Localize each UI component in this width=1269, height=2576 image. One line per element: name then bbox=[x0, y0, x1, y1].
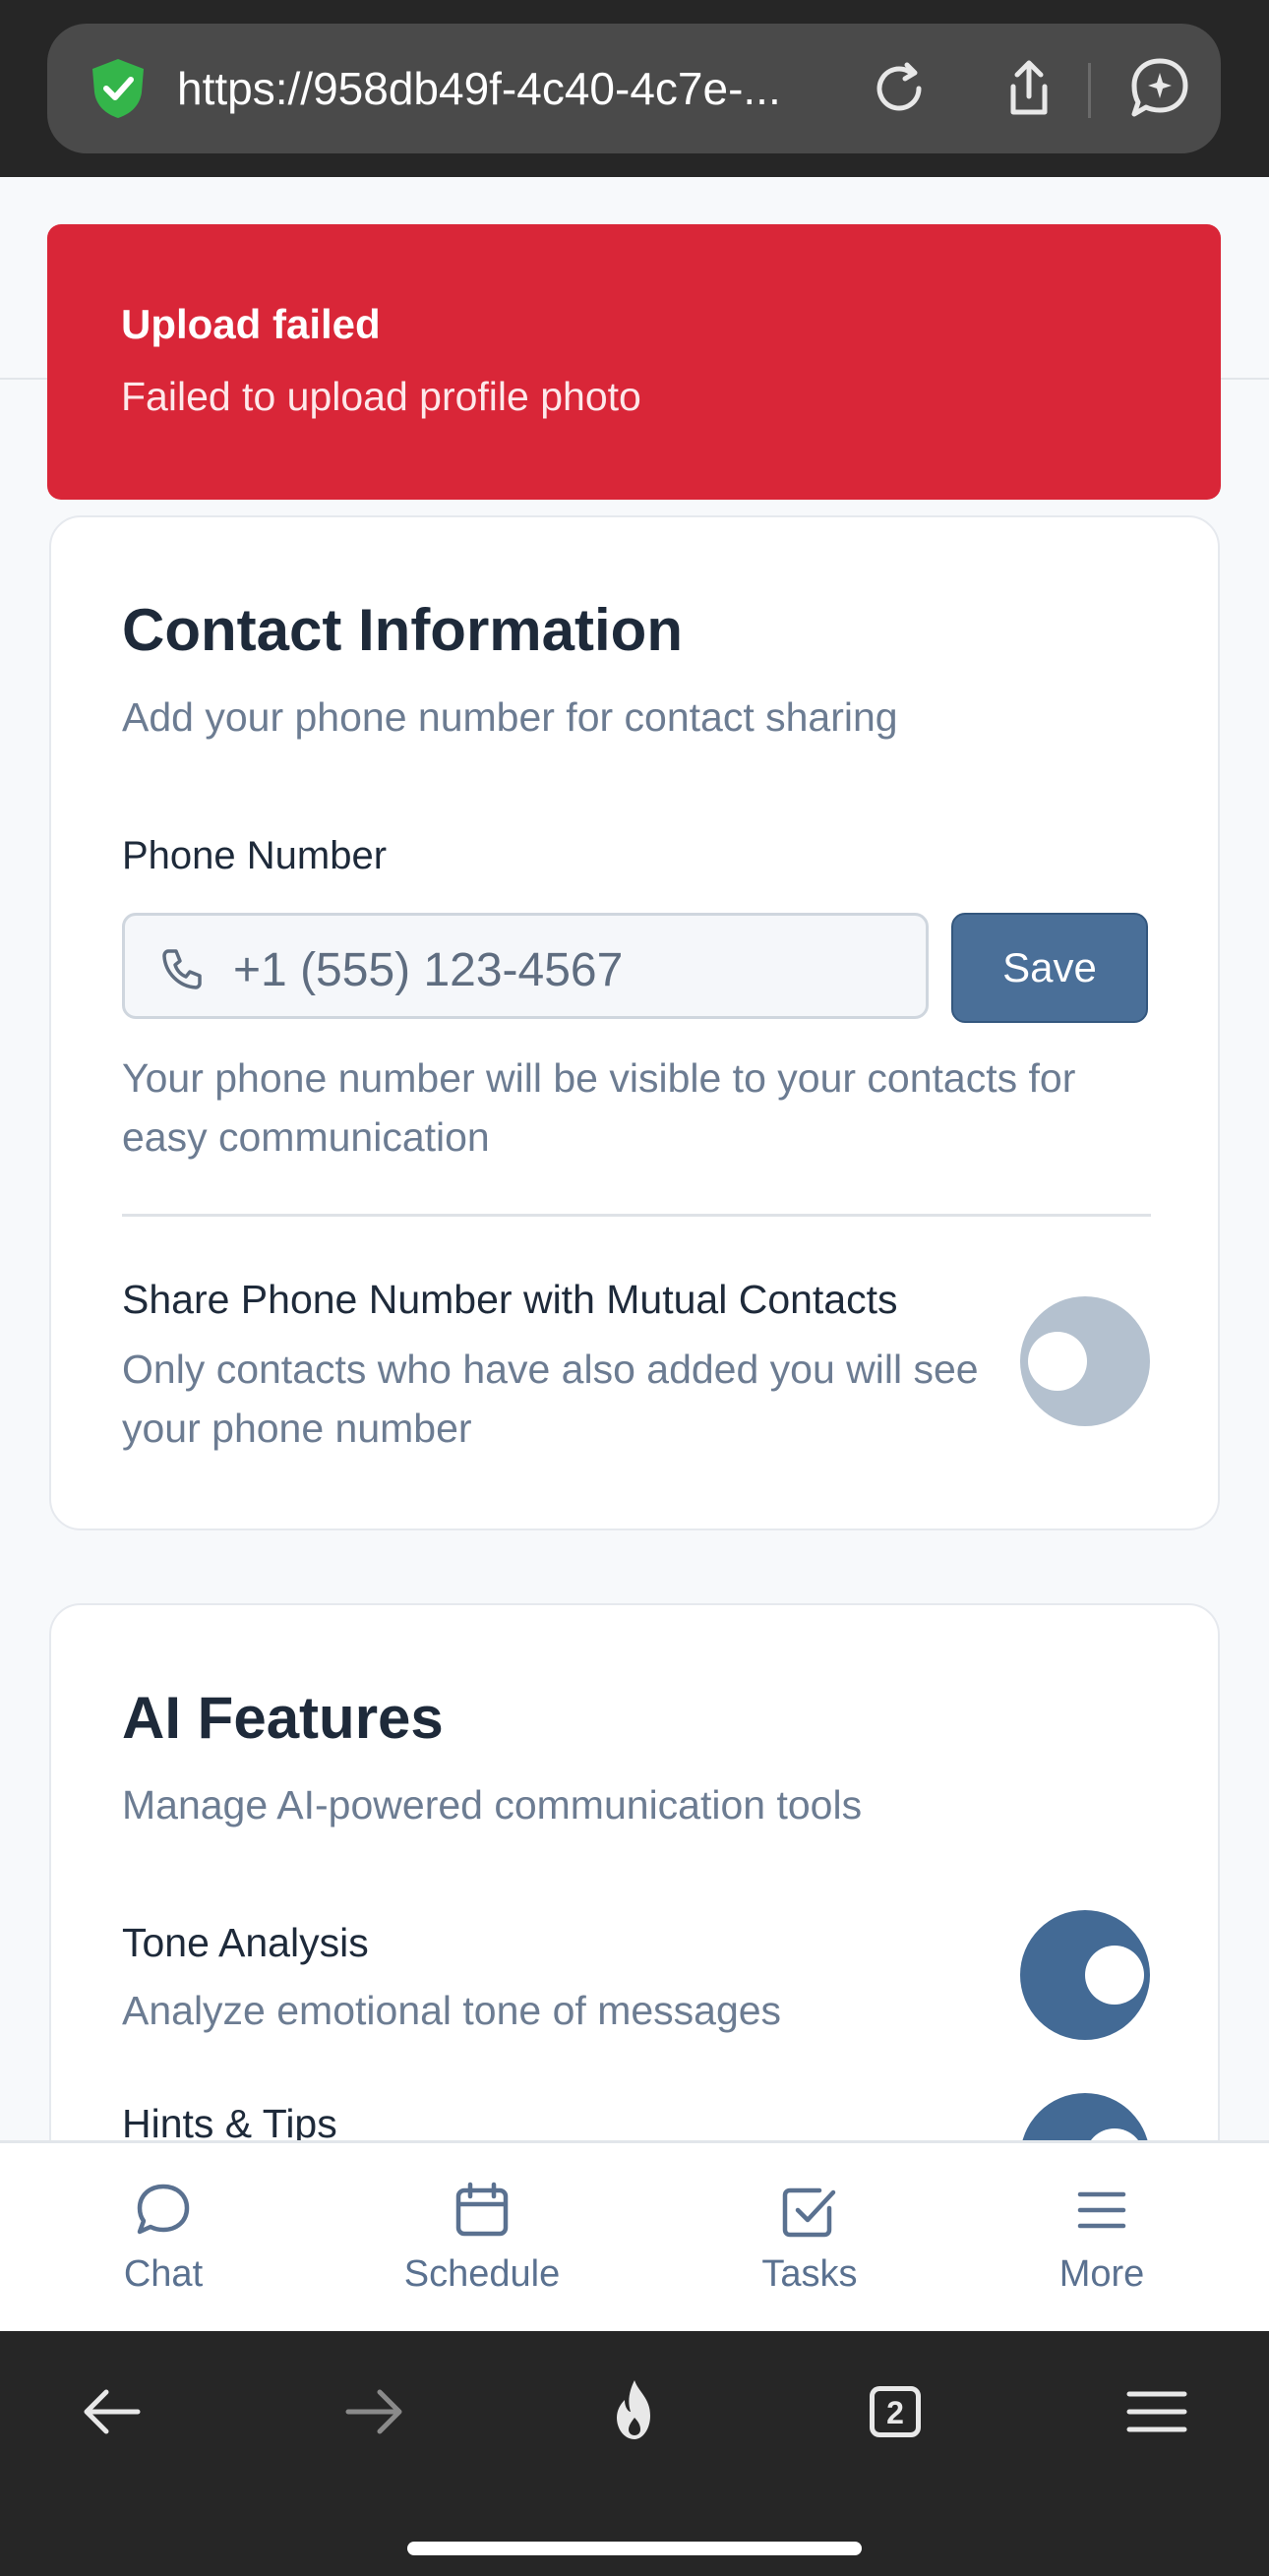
app-root: https://958db49f-4c40-4c7e-... Upload fa… bbox=[0, 0, 1269, 2576]
chat-bubble-icon bbox=[137, 2184, 190, 2235]
assistant-chat-icon[interactable] bbox=[1124, 53, 1195, 124]
toast-message: Failed to upload profile photo bbox=[121, 374, 641, 419]
nav-schedule[interactable]: Schedule bbox=[364, 2143, 600, 2334]
hamburger-menu-icon[interactable] bbox=[1118, 2372, 1196, 2451]
url-text[interactable]: https://958db49f-4c40-4c7e-... bbox=[177, 63, 866, 114]
share-icon[interactable] bbox=[994, 53, 1064, 124]
tone-analysis-title: Tone Analysis bbox=[122, 1920, 369, 1965]
tab-count: 2 bbox=[886, 2395, 904, 2430]
browser-bottom-bar: 2 bbox=[0, 2331, 1269, 2576]
bottom-tab-bar: Chat Schedule Tasks More bbox=[0, 2140, 1269, 2331]
toggle-knob bbox=[1085, 1946, 1144, 2005]
contact-card-subtitle: Add your phone number for contact sharin… bbox=[122, 694, 898, 740]
secure-shield-icon bbox=[92, 59, 144, 118]
home-indicator[interactable] bbox=[407, 2542, 862, 2555]
phone-number-input[interactable]: +1 (555) 123-4567 bbox=[122, 913, 929, 1019]
share-phone-toggle[interactable] bbox=[1020, 1296, 1150, 1426]
browser-top-bar: https://958db49f-4c40-4c7e-... bbox=[0, 0, 1269, 177]
checkbox-icon bbox=[782, 2187, 836, 2238]
tabs-counter[interactable]: 2 bbox=[856, 2372, 935, 2451]
save-phone-button[interactable]: Save bbox=[951, 913, 1148, 1023]
address-bar[interactable]: https://958db49f-4c40-4c7e-... bbox=[47, 24, 1221, 153]
contact-card-title: Contact Information bbox=[122, 597, 683, 663]
nav-more-label: More bbox=[1058, 2253, 1145, 2295]
card-divider bbox=[122, 1214, 1151, 1217]
phone-icon bbox=[162, 949, 202, 989]
toast-title: Upload failed bbox=[121, 301, 381, 347]
ai-card-title: AI Features bbox=[122, 1685, 444, 1751]
share-phone-description: Only contacts who have also added you wi… bbox=[122, 1347, 979, 1451]
nav-schedule-label: Schedule bbox=[403, 2253, 561, 2295]
tone-analysis-description: Analyze emotional tone of messages bbox=[122, 1988, 782, 2033]
share-phone-title: Share Phone Number with Mutual Contacts bbox=[122, 1277, 898, 1322]
back-arrow-icon[interactable] bbox=[73, 2372, 151, 2451]
nav-tasks[interactable]: Tasks bbox=[692, 2143, 928, 2334]
error-toast[interactable]: Upload failed Failed to upload profile p… bbox=[47, 224, 1221, 500]
forward-arrow-icon[interactable] bbox=[334, 2372, 413, 2451]
contact-information-card: Contact Information Add your phone numbe… bbox=[49, 515, 1220, 1530]
reload-icon[interactable] bbox=[864, 53, 935, 124]
phone-input-placeholder: +1 (555) 123-4567 bbox=[233, 944, 624, 996]
nav-tasks-label: Tasks bbox=[761, 2253, 858, 2295]
nav-chat-label: Chat bbox=[123, 2253, 204, 2295]
tone-analysis-toggle[interactable] bbox=[1020, 1910, 1150, 2040]
phone-visibility-hint: Your phone number will be visible to you… bbox=[122, 1055, 1076, 1160]
phone-number-label: Phone Number bbox=[122, 834, 388, 877]
ai-card-subtitle: Manage AI-powered communication tools bbox=[122, 1782, 863, 1827]
flame-icon[interactable] bbox=[595, 2372, 674, 2451]
menu-icon bbox=[1077, 2191, 1126, 2229]
nav-chat[interactable]: Chat bbox=[45, 2143, 281, 2334]
toggle-knob bbox=[1028, 1332, 1087, 1391]
calendar-icon bbox=[455, 2182, 509, 2237]
toolbar-divider bbox=[1088, 63, 1091, 118]
nav-more[interactable]: More bbox=[984, 2143, 1220, 2334]
